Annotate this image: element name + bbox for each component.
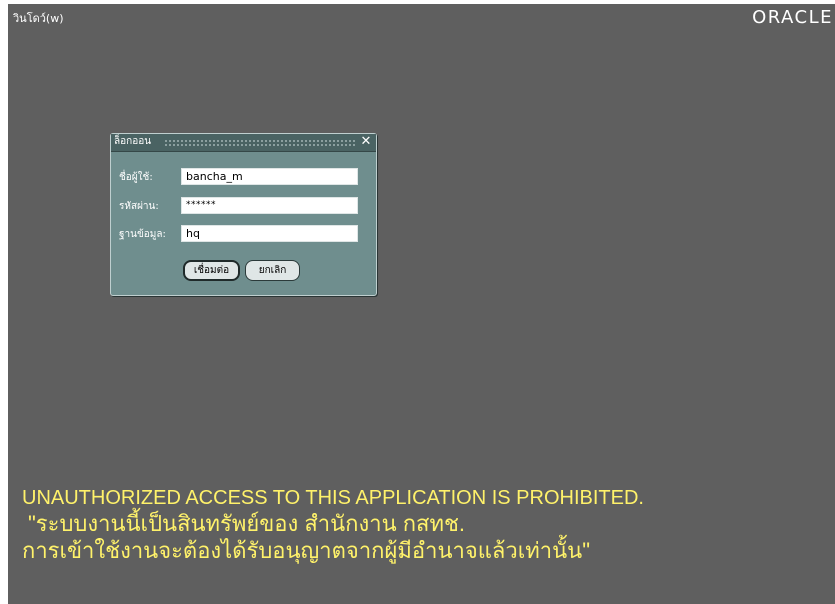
login-dialog-titlebar[interactable]: ล็อกออน ✕ — [111, 134, 376, 152]
username-row: ชื่อผู้ใช้: bancha_m — [111, 168, 376, 188]
username-label: ชื่อผู้ใช้: — [119, 172, 153, 183]
security-warning: UNAUTHORIZED ACCESS TO THIS APPLICATION … — [22, 486, 832, 564]
warning-line-2: "ระบบงานนี้เป็นสินทรัพย์ของ สำนักงาน กสท… — [28, 511, 466, 536]
password-label: รหัสผ่าน: — [119, 201, 159, 212]
warning-line-3: การเข้าใช้งานจะต้องได้รับอนุญาตจากผู้มีอ… — [22, 538, 591, 563]
cancel-button[interactable]: ยกเลิก — [245, 260, 300, 281]
password-row: รหัสผ่าน: ****** — [111, 197, 376, 217]
username-field[interactable]: bancha_m — [181, 168, 358, 185]
database-row: ฐานข้อมูล: hq — [111, 225, 376, 245]
warning-line-1: UNAUTHORIZED ACCESS TO THIS APPLICATION … — [22, 487, 644, 509]
database-field[interactable]: hq — [181, 225, 358, 242]
password-field[interactable]: ****** — [181, 197, 358, 214]
database-label: ฐานข้อมูล: — [119, 229, 166, 240]
close-icon[interactable]: ✕ — [359, 135, 373, 149]
window-menu[interactable]: วินโดว์(w) — [13, 13, 64, 25]
connect-button[interactable]: เชื่อมต่อ — [183, 260, 240, 281]
login-dialog-title: ล็อกออน — [114, 136, 152, 147]
login-dialog: ล็อกออน ✕ ชื่อผู้ใช้: bancha_m รหัสผ่าน:… — [110, 133, 377, 296]
oracle-logo: ORACLE — [752, 7, 833, 28]
titlebar-pattern — [164, 139, 356, 146]
oracle-forms-screen: วินโดว์(w) ORACLE ล็อกออน ✕ ชื่อผู้ใช้: … — [8, 4, 835, 604]
